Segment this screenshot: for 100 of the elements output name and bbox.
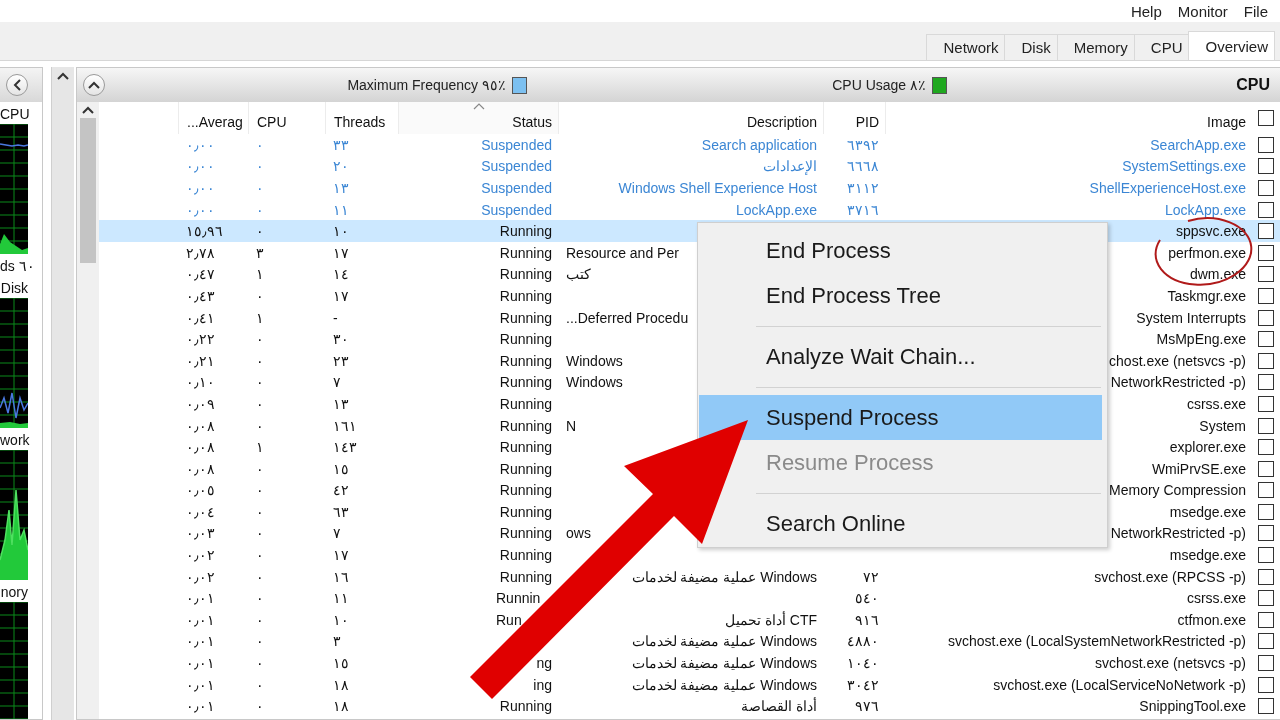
table-cell: svchost.exe (LocalServiceNoNetwork -p) [993, 676, 1246, 693]
checkbox[interactable] [1258, 395, 1274, 412]
checkbox[interactable] [1258, 287, 1274, 304]
table-cell: ٣٧١٦ [847, 201, 879, 218]
menu-item[interactable]: Help [1124, 2, 1168, 20]
checkbox[interactable] [1258, 417, 1274, 434]
checkbox[interactable] [1258, 525, 1274, 542]
table-cell: ٠ [256, 417, 264, 434]
table-cell: ٠٫٠١ [186, 655, 215, 672]
table-cell: ١٣ [333, 180, 349, 196]
table-cell: Running [499, 482, 552, 499]
table-cell: ٠٫٠١ [186, 611, 215, 628]
graph-label: work [0, 431, 31, 450]
menu-item[interactable]: Monitor [1171, 2, 1234, 20]
table-cell: SnippingTool.exe [1139, 698, 1246, 715]
table-cell: ٠٫٠٠ [186, 158, 215, 175]
checkbox[interactable] [1258, 590, 1274, 607]
table-cell: ٠٫٠٢ [186, 547, 215, 564]
scrollbar[interactable] [51, 67, 74, 720]
table-cell: ١٥ [333, 460, 349, 477]
table-cell: أداة القصاصة [741, 698, 817, 715]
checkbox[interactable] [1258, 244, 1274, 261]
table-cell: ٠ [256, 180, 264, 196]
checkbox[interactable] [1258, 223, 1274, 240]
checkbox[interactable] [1258, 374, 1274, 391]
table-cell: ٠ [256, 374, 264, 391]
checkbox[interactable] [1258, 309, 1274, 326]
column-header[interactable]: Status [398, 102, 558, 134]
scrollbar[interactable] [77, 102, 99, 719]
tab[interactable]: Overview [1188, 31, 1275, 60]
scroll-thumb[interactable] [80, 118, 96, 263]
table-cell: csrss.exe [1186, 395, 1246, 412]
table-cell: Taskmgr.exe [1167, 287, 1246, 304]
table-cell: Running [499, 223, 552, 240]
table-cell: ٠ [256, 525, 264, 542]
tab[interactable]: Network [926, 34, 1006, 60]
table-cell: ٠ [256, 482, 264, 499]
column-header[interactable]: Image [885, 102, 1252, 134]
table-cell: ٠ [256, 395, 264, 412]
checkbox[interactable] [1258, 503, 1274, 520]
table-cell: ٠٫٠٤ [186, 503, 215, 520]
table-cell: ٠٫٠٠ [186, 180, 215, 196]
menu-item[interactable]: End Process Tree [766, 273, 1102, 318]
menu-item[interactable]: Search Online [766, 501, 1102, 546]
table-cell: ٠ [256, 568, 264, 585]
table-cell: MsMpEng.exe [1156, 331, 1246, 348]
table-cell: Resource and Per [566, 244, 679, 261]
checkbox[interactable] [1258, 352, 1274, 369]
table-cell: - [333, 309, 338, 326]
table-cell: LockApp.exe [1165, 201, 1246, 218]
table-cell: ١٥٫٩٦ [186, 223, 223, 240]
table-cell: WmiPrvSE.exe [1151, 460, 1246, 477]
menu-item[interactable]: File [1237, 2, 1274, 20]
column-header[interactable]: PID [823, 102, 885, 134]
table-cell: Running [499, 244, 552, 261]
table-cell: ٦٣٩٢ [847, 136, 879, 153]
checkbox[interactable] [1258, 655, 1274, 672]
menu-item[interactable]: Suspend Process [699, 395, 1102, 440]
checkbox[interactable] [1258, 676, 1274, 693]
table-cell: ١١ [333, 590, 349, 607]
table-cell: ٠٫٢٢ [186, 331, 215, 348]
checkbox[interactable] [1258, 110, 1274, 126]
collapse-button[interactable] [83, 74, 105, 96]
table-cell: ٠٫٠٣ [186, 525, 215, 542]
table-cell: ٠٫٠٠ [186, 136, 215, 153]
table-cell: ٠ [256, 201, 264, 218]
checkbox[interactable] [1258, 266, 1274, 283]
table-cell: Running [499, 439, 552, 456]
table-cell: Running [499, 395, 552, 412]
checkbox[interactable] [1258, 180, 1274, 196]
column-header[interactable]: CPU [248, 102, 325, 134]
table-cell: Running [499, 352, 552, 369]
checkbox[interactable] [1258, 482, 1274, 499]
table-cell: ing [533, 676, 552, 693]
table-cell: svchost.exe (netsvcs -p) [1095, 655, 1246, 672]
table-cell: ShellExperienceHost.exe [1089, 180, 1246, 196]
column-header[interactable]: Threads [325, 102, 398, 134]
table-cell: ١٠ [333, 611, 349, 628]
checkbox[interactable] [1258, 158, 1274, 175]
menu-item[interactable]: Analyze Wait Chain... [766, 334, 1102, 379]
table-cell: csrss.exe [1186, 590, 1246, 607]
checkbox[interactable] [1258, 568, 1274, 585]
back-button[interactable] [6, 74, 28, 96]
table-cell: LockApp.exe [736, 201, 817, 218]
table-cell: ٠ [256, 460, 264, 477]
checkbox[interactable] [1258, 460, 1274, 477]
table-cell: ٠ [256, 611, 264, 628]
checkbox[interactable] [1258, 439, 1274, 456]
table-cell: ١٦١ [333, 417, 357, 434]
table-cell: ١٤٣ [333, 439, 357, 456]
table-cell: msedge.exe [1169, 547, 1246, 564]
checkbox[interactable] [1258, 611, 1274, 628]
checkbox[interactable] [1258, 633, 1274, 650]
checkbox[interactable] [1258, 136, 1274, 153]
table-cell: Windows Shell Experience Host [618, 180, 817, 196]
checkbox[interactable] [1258, 547, 1274, 564]
checkbox[interactable] [1258, 201, 1274, 218]
checkbox[interactable] [1258, 331, 1274, 348]
checkbox[interactable] [1258, 698, 1274, 715]
column-header[interactable]: ...Averag [178, 102, 248, 134]
